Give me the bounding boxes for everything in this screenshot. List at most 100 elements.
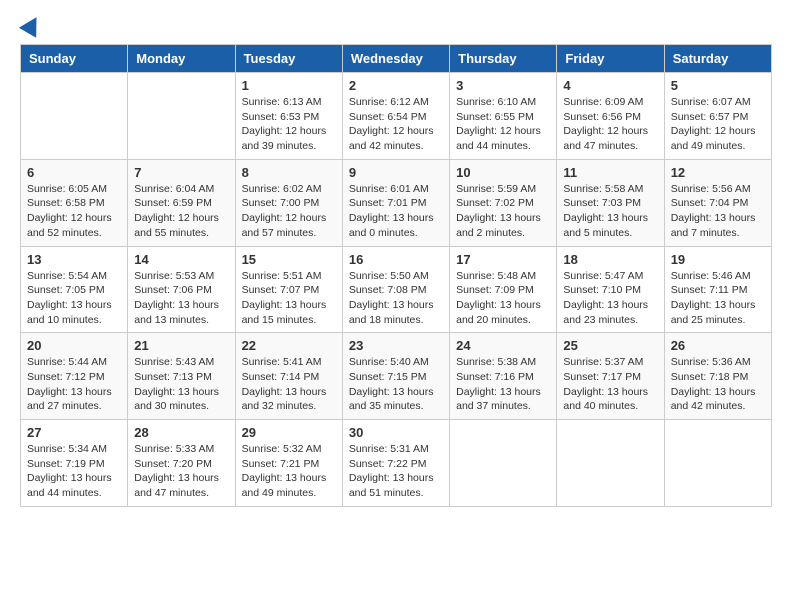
cell-info: Sunrise: 5:59 AMSunset: 7:02 PMDaylight:… [456, 182, 550, 241]
calendar-week-row: 27 Sunrise: 5:34 AMSunset: 7:19 PMDayligh… [21, 420, 772, 507]
calendar-cell: 25Sunrise: 5:37 AMSunset: 7:17 PMDayligh… [557, 333, 664, 420]
cell-info: Sunrise: 5:31 AMSunset: 7:22 PMDaylight:… [349, 442, 443, 501]
cell-info: Sunrise: 5:41 AMSunset: 7:14 PMDaylight:… [242, 355, 336, 414]
day-number: 13 [27, 252, 121, 267]
calendar-cell: 8Sunrise: 6:02 AMSunset: 7:00 PMDaylight… [235, 159, 342, 246]
day-number: 28 [134, 425, 228, 440]
weekday-header-tuesday: Tuesday [235, 45, 342, 73]
day-number: 14 [134, 252, 228, 267]
cell-info: Sunrise: 6:05 AMSunset: 6:58 PMDaylight:… [27, 182, 121, 241]
cell-info: Sunrise: 5:44 AMSunset: 7:12 PMDaylight:… [27, 355, 121, 414]
day-number: 6 [27, 165, 121, 180]
day-number: 24 [456, 338, 550, 353]
calendar-header-row: SundayMondayTuesdayWednesdayThursdayFrid… [21, 45, 772, 73]
day-number: 29 [242, 425, 336, 440]
cell-info: Sunrise: 5:53 AMSunset: 7:06 PMDaylight:… [134, 269, 228, 328]
calendar-cell: 30Sunrise: 5:31 AMSunset: 7:22 PMDayligh… [342, 420, 449, 507]
calendar-cell: 15 Sunrise: 5:51 AMSunset: 7:07 PMDayligh… [235, 246, 342, 333]
weekday-header-friday: Friday [557, 45, 664, 73]
cell-info: Sunrise: 5:48 AMSunset: 7:09 PMDaylight:… [456, 269, 550, 328]
calendar-cell: 1 Sunrise: 6:13 AMSunset: 6:53 PMDaylight… [235, 73, 342, 160]
cell-info: Sunrise: 5:50 AMSunset: 7:08 PMDaylight:… [349, 269, 443, 328]
day-number: 4 [563, 78, 657, 93]
day-number: 1 [242, 78, 336, 93]
day-number: 23 [349, 338, 443, 353]
calendar-cell: 3 Sunrise: 6:10 AMSunset: 6:55 PMDaylight… [450, 73, 557, 160]
calendar-cell: 18 Sunrise: 5:47 AMSunset: 7:10 PMDayligh… [557, 246, 664, 333]
calendar-cell: 23 Sunrise: 5:40 AMSunset: 7:15 PMDayligh… [342, 333, 449, 420]
day-number: 2 [349, 78, 443, 93]
day-number: 8 [242, 165, 336, 180]
calendar-week-row: 20 Sunrise: 5:44 AMSunset: 7:12 PMDayligh… [21, 333, 772, 420]
weekday-header-thursday: Thursday [450, 45, 557, 73]
calendar-cell: 28 Sunrise: 5:33 AMSunset: 7:20 PMDayligh… [128, 420, 235, 507]
cell-info: Sunrise: 5:32 AMSunset: 7:21 PMDaylight:… [242, 442, 336, 501]
cell-info: Sunrise: 5:36 AMSunset: 7:18 PMDaylight:… [671, 355, 765, 414]
day-number: 11 [563, 165, 657, 180]
day-number: 18 [563, 252, 657, 267]
weekday-header-wednesday: Wednesday [342, 45, 449, 73]
day-number: 3 [456, 78, 550, 93]
calendar-cell: 21 Sunrise: 5:43 AMSunset: 7:13 PMDayligh… [128, 333, 235, 420]
day-number: 25 [563, 338, 657, 353]
calendar-cell: 5 Sunrise: 6:07 AMSunset: 6:57 PMDaylight… [664, 73, 771, 160]
calendar-cell [450, 420, 557, 507]
calendar-cell: 22 Sunrise: 5:41 AMSunset: 7:14 PMDayligh… [235, 333, 342, 420]
calendar-week-row: 13 Sunrise: 5:54 AMSunset: 7:05 PMDayligh… [21, 246, 772, 333]
calendar-cell [664, 420, 771, 507]
calendar-cell: 24Sunrise: 5:38 AMSunset: 7:16 PMDayligh… [450, 333, 557, 420]
cell-info: Sunrise: 5:40 AMSunset: 7:15 PMDaylight:… [349, 355, 443, 414]
calendar-week-row: 1 Sunrise: 6:13 AMSunset: 6:53 PMDaylight… [21, 73, 772, 160]
day-number: 15 [242, 252, 336, 267]
calendar-cell: 10 Sunrise: 5:59 AMSunset: 7:02 PMDayligh… [450, 159, 557, 246]
cell-info: Sunrise: 5:43 AMSunset: 7:13 PMDaylight:… [134, 355, 228, 414]
day-number: 10 [456, 165, 550, 180]
weekday-header-monday: Monday [128, 45, 235, 73]
calendar-table: SundayMondayTuesdayWednesdayThursdayFrid… [20, 44, 772, 507]
calendar-cell: 29 Sunrise: 5:32 AMSunset: 7:21 PMDayligh… [235, 420, 342, 507]
cell-info: Sunrise: 5:47 AMSunset: 7:10 PMDaylight:… [563, 269, 657, 328]
calendar-cell: 16Sunrise: 5:50 AMSunset: 7:08 PMDayligh… [342, 246, 449, 333]
calendar-cell: 13 Sunrise: 5:54 AMSunset: 7:05 PMDayligh… [21, 246, 128, 333]
calendar-cell: 26 Sunrise: 5:36 AMSunset: 7:18 PMDayligh… [664, 333, 771, 420]
cell-info: Sunrise: 5:54 AMSunset: 7:05 PMDaylight:… [27, 269, 121, 328]
calendar-cell: 7Sunrise: 6:04 AMSunset: 6:59 PMDaylight… [128, 159, 235, 246]
weekday-header-sunday: Sunday [21, 45, 128, 73]
day-number: 7 [134, 165, 228, 180]
calendar-cell: 14 Sunrise: 5:53 AMSunset: 7:06 PMDayligh… [128, 246, 235, 333]
calendar-cell: 20 Sunrise: 5:44 AMSunset: 7:12 PMDayligh… [21, 333, 128, 420]
calendar-week-row: 6 Sunrise: 6:05 AMSunset: 6:58 PMDaylight… [21, 159, 772, 246]
calendar-cell [21, 73, 128, 160]
calendar-cell: 11Sunrise: 5:58 AMSunset: 7:03 PMDayligh… [557, 159, 664, 246]
calendar-cell: 6 Sunrise: 6:05 AMSunset: 6:58 PMDaylight… [21, 159, 128, 246]
weekday-header-saturday: Saturday [664, 45, 771, 73]
calendar-cell: 19 Sunrise: 5:46 AMSunset: 7:11 PMDayligh… [664, 246, 771, 333]
cell-info: Sunrise: 6:13 AMSunset: 6:53 PMDaylight:… [242, 95, 336, 154]
cell-info: Sunrise: 6:10 AMSunset: 6:55 PMDaylight:… [456, 95, 550, 154]
day-number: 5 [671, 78, 765, 93]
cell-info: Sunrise: 5:33 AMSunset: 7:20 PMDaylight:… [134, 442, 228, 501]
calendar-cell: 2Sunrise: 6:12 AMSunset: 6:54 PMDaylight… [342, 73, 449, 160]
calendar-cell: 12 Sunrise: 5:56 AMSunset: 7:04 PMDayligh… [664, 159, 771, 246]
cell-info: Sunrise: 6:07 AMSunset: 6:57 PMDaylight:… [671, 95, 765, 154]
day-number: 21 [134, 338, 228, 353]
cell-info: Sunrise: 5:46 AMSunset: 7:11 PMDaylight:… [671, 269, 765, 328]
cell-info: Sunrise: 5:51 AMSunset: 7:07 PMDaylight:… [242, 269, 336, 328]
day-number: 19 [671, 252, 765, 267]
day-number: 12 [671, 165, 765, 180]
day-number: 22 [242, 338, 336, 353]
day-number: 27 [27, 425, 121, 440]
cell-info: Sunrise: 5:34 AMSunset: 7:19 PMDaylight:… [27, 442, 121, 501]
day-number: 26 [671, 338, 765, 353]
day-number: 9 [349, 165, 443, 180]
cell-info: Sunrise: 6:09 AMSunset: 6:56 PMDaylight:… [563, 95, 657, 154]
calendar-cell [557, 420, 664, 507]
cell-info: Sunrise: 5:56 AMSunset: 7:04 PMDaylight:… [671, 182, 765, 241]
cell-info: Sunrise: 6:01 AMSunset: 7:01 PMDaylight:… [349, 182, 443, 241]
day-number: 20 [27, 338, 121, 353]
calendar-cell: 27 Sunrise: 5:34 AMSunset: 7:19 PMDayligh… [21, 420, 128, 507]
page-header [20, 20, 772, 34]
calendar-cell: 17Sunrise: 5:48 AMSunset: 7:09 PMDayligh… [450, 246, 557, 333]
calendar-cell: 4 Sunrise: 6:09 AMSunset: 6:56 PMDaylight… [557, 73, 664, 160]
logo [20, 20, 42, 34]
